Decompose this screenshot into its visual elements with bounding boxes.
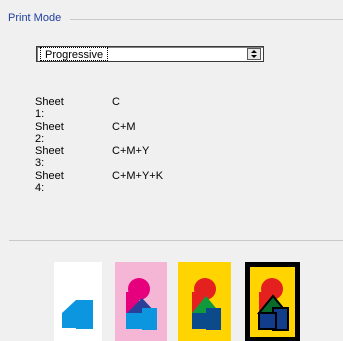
- chevron-down-icon: [251, 55, 257, 58]
- group-title: Print Mode: [8, 12, 68, 24]
- cmy-shapes-icon: [178, 262, 231, 341]
- sheet-value: C+M: [112, 120, 136, 133]
- cyan-magenta-shapes-icon: [115, 262, 167, 341]
- thumbnail-cyan-magenta-yellow[interactable]: [178, 262, 231, 341]
- sheet-value: C+M+Y+K: [112, 169, 164, 182]
- thumbnail-cyan-magenta[interactable]: [115, 262, 167, 341]
- sheet-label: Sheet 4:: [35, 169, 64, 194]
- group-divider-line: [70, 19, 343, 20]
- sheet-label: Sheet 1:: [35, 96, 64, 120]
- chevron-up-icon: [251, 50, 257, 53]
- print-mode-select[interactable]: Progressive: [36, 46, 264, 62]
- sheet-label: Sheet 2:: [35, 120, 64, 145]
- thumbnail-cyan-only[interactable]: [54, 262, 102, 341]
- cyan-shapes-icon: [54, 262, 102, 341]
- thumbnail-cmyk-selected[interactable]: [245, 262, 300, 341]
- sheet-value: C+M+Y: [112, 145, 150, 157]
- select-spinner[interactable]: [247, 48, 261, 60]
- sheet-value: C: [112, 96, 120, 108]
- sheet-label: Sheet 3:: [35, 145, 64, 169]
- cmyk-shapes-icon: [245, 262, 300, 341]
- print-mode-select-value: Progressive: [40, 47, 109, 61]
- section-divider: [9, 240, 343, 241]
